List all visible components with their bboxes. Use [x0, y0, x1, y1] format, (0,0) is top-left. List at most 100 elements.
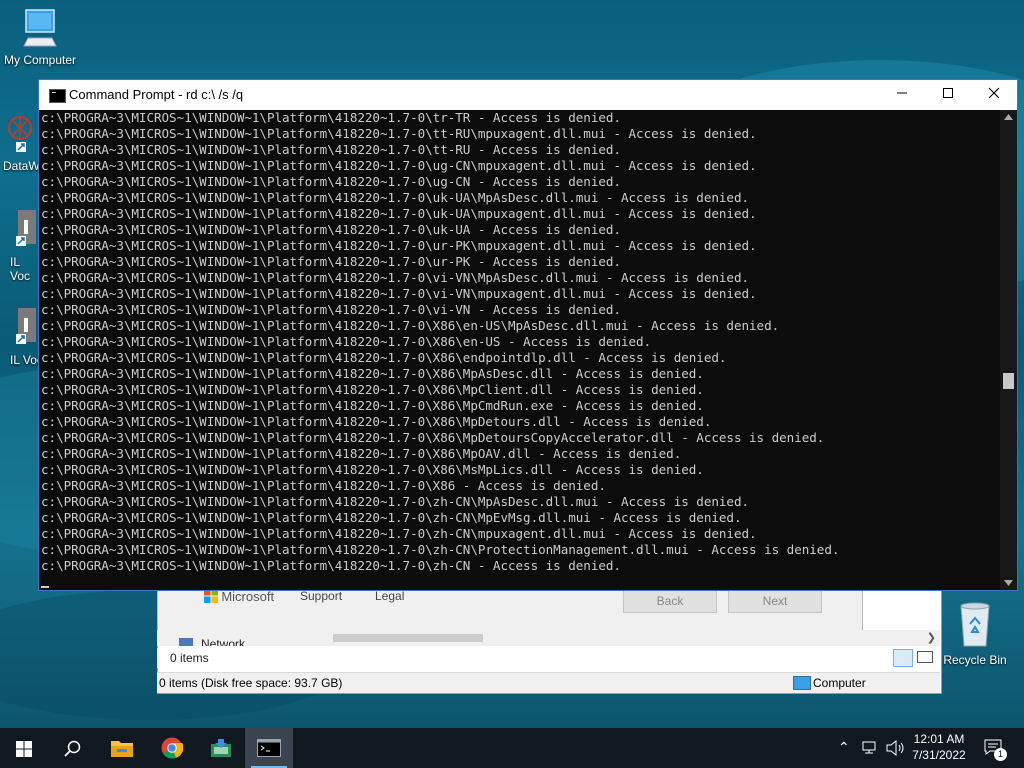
disk-status-text: 0 items (Disk free space: 93.7 GB)	[159, 676, 343, 690]
legal-link[interactable]: Legal	[375, 589, 404, 603]
desktop-icon-label: IL Voc	[10, 255, 31, 283]
desktop-icon-label: My Computer	[3, 53, 77, 67]
text-cursor	[41, 586, 49, 588]
console-line: c:\PROGRA~3\MICROS~1\WINDOW~1\Platform\4…	[41, 286, 757, 301]
large-icons-view-icon[interactable]	[917, 651, 933, 663]
computer-icon	[23, 9, 57, 47]
file-explorer-icon	[111, 741, 133, 757]
back-button[interactable]: Back	[623, 589, 717, 613]
app-installer-icon	[211, 739, 231, 757]
console-line: c:\PROGRA~3\MICROS~1\WINDOW~1\Platform\4…	[41, 510, 742, 525]
taskbar-command-prompt[interactable]	[245, 728, 293, 768]
console-line: c:\PROGRA~3\MICROS~1\WINDOW~1\Platform\4…	[41, 494, 750, 509]
console-line: c:\PROGRA~3\MICROS~1\WINDOW~1\Platform\4…	[41, 318, 780, 333]
clock-time: 12:01 AM	[913, 732, 965, 746]
scroll-down-arrow-icon[interactable]	[1004, 580, 1013, 586]
chrome-icon	[161, 737, 183, 759]
console-line: c:\PROGRA~3\MICROS~1\WINDOW~1\Platform\4…	[41, 238, 757, 253]
horizontal-scrollbar[interactable]: Network ❯	[157, 630, 940, 646]
console-line: c:\PROGRA~3\MICROS~1\WINDOW~1\Platform\4…	[41, 478, 606, 493]
console-line: c:\PROGRA~3\MICROS~1\WINDOW~1\Platform\4…	[41, 142, 621, 157]
taskbar-app-installer[interactable]	[197, 728, 245, 768]
desktop-icon-dataw[interactable]: DataW	[0, 112, 40, 173]
console-line: c:\PROGRA~3\MICROS~1\WINDOW~1\Platform\4…	[41, 430, 825, 445]
console-line: c:\PROGRA~3\MICROS~1\WINDOW~1\Platform\4…	[41, 350, 727, 365]
minimize-icon	[897, 92, 907, 94]
console-line: c:\PROGRA~3\MICROS~1\WINDOW~1\Platform\4…	[41, 446, 682, 461]
clock[interactable]: 12:01 AM 7/31/2022	[906, 732, 972, 762]
window-titlebar[interactable]: Command Prompt - rd c:\ /s /q	[39, 80, 1017, 110]
notification-count-badge: 1	[994, 748, 1007, 761]
console-line: c:\PROGRA~3\MICROS~1\WINDOW~1\Platform\4…	[41, 526, 757, 541]
scroll-right-arrow-icon[interactable]: ❯	[927, 631, 936, 644]
explorer-item-count-bar: 0 items	[157, 648, 940, 668]
console-line: c:\PROGRA~3\MICROS~1\WINDOW~1\Platform\4…	[41, 110, 621, 125]
console-output[interactable]: c:\PROGRA~3\MICROS~1\WINDOW~1\Platform\4…	[39, 110, 999, 590]
console-line: c:\PROGRA~3\MICROS~1\WINDOW~1\Platform\4…	[41, 542, 840, 557]
network-icon	[179, 638, 193, 646]
computer-small-icon	[793, 676, 811, 690]
desktop-icon-label: IL Voc (64	[10, 353, 40, 367]
show-hidden-icons-chevron-icon[interactable]: ⌃	[838, 739, 850, 756]
explorer-status-bar: 0 items (Disk free space: 93.7 GB) Compu…	[157, 672, 940, 693]
console-line: c:\PROGRA~3\MICROS~1\WINDOW~1\Platform\4…	[41, 414, 712, 429]
console-line: c:\PROGRA~3\MICROS~1\WINDOW~1\Platform\4…	[41, 334, 652, 349]
console-line: c:\PROGRA~3\MICROS~1\WINDOW~1\Platform\4…	[41, 398, 704, 413]
nav-item-network[interactable]: Network	[201, 637, 245, 646]
minimize-button[interactable]	[879, 80, 925, 110]
scroll-up-arrow-icon[interactable]	[1004, 114, 1013, 120]
desktop-icon-recycle-bin[interactable]: Recycle Bin	[938, 600, 1012, 667]
command-prompt-app-icon[interactable]	[49, 89, 66, 103]
console-line: c:\PROGRA~3\MICROS~1\WINDOW~1\Platform\4…	[41, 126, 757, 141]
taskbar: ⌃ 12:01 AM 7/31/2022 1	[0, 728, 1024, 768]
desktop-icon-il-voc-64[interactable]: IL Voc (64	[0, 306, 40, 367]
volume-icon[interactable]	[886, 740, 906, 756]
status-computer-label: Computer	[813, 676, 866, 690]
command-prompt-window: Command Prompt - rd c:\ /s /q c:\PROGRA~…	[38, 79, 1018, 591]
console-line: c:\PROGRA~3\MICROS~1\WINDOW~1\Platform\4…	[41, 206, 757, 221]
desktop-icon-my-computer[interactable]: My Computer	[0, 8, 80, 67]
console-line: c:\PROGRA~3\MICROS~1\WINDOW~1\Platform\4…	[41, 366, 704, 381]
network-icon[interactable]	[862, 741, 880, 755]
start-button[interactable]	[0, 728, 48, 768]
console-line: c:\PROGRA~3\MICROS~1\WINDOW~1\Platform\4…	[41, 174, 621, 189]
clock-date: 7/31/2022	[912, 748, 966, 762]
desktop-icon-label: Recycle Bin	[943, 653, 1007, 667]
scrollbar-thumb[interactable]	[1003, 373, 1014, 389]
il-voc-64-app-icon	[16, 308, 36, 344]
support-link[interactable]: Support	[300, 589, 342, 603]
maximize-button[interactable]	[925, 80, 971, 110]
recycle-bin-icon	[960, 602, 990, 647]
il-voc-app-icon	[16, 210, 36, 246]
console-line: c:\PROGRA~3\MICROS~1\WINDOW~1\Platform\4…	[41, 190, 750, 205]
console-line: c:\PROGRA~3\MICROS~1\WINDOW~1\Platform\4…	[41, 158, 757, 173]
console-line: c:\PROGRA~3\MICROS~1\WINDOW~1\Platform\4…	[41, 558, 621, 573]
search-icon	[64, 740, 81, 757]
vertical-scrollbar[interactable]	[1000, 110, 1017, 590]
desktop-icon-label: DataW	[3, 159, 40, 173]
dataw-app-icon	[8, 116, 32, 152]
console-line: c:\PROGRA~3\MICROS~1\WINDOW~1\Platform\4…	[41, 462, 704, 477]
close-icon	[988, 87, 1000, 99]
microsoft-brand-text: Microsoft	[221, 589, 275, 604]
taskbar-file-explorer[interactable]	[98, 728, 146, 768]
taskbar-chrome[interactable]	[148, 728, 196, 768]
item-count: 0 items	[170, 651, 209, 665]
command-prompt-icon	[257, 739, 281, 757]
scrollbar-thumb[interactable]	[333, 634, 483, 642]
maximize-icon	[943, 88, 953, 98]
console-line: c:\PROGRA~3\MICROS~1\WINDOW~1\Platform\4…	[41, 270, 750, 285]
windows-start-icon	[16, 741, 32, 757]
microsoft-logo-icon	[204, 589, 218, 603]
desktop-icon-il-voc[interactable]: IL Voc	[0, 208, 40, 283]
console-line: c:\PROGRA~3\MICROS~1\WINDOW~1\Platform\4…	[41, 382, 704, 397]
console-line: c:\PROGRA~3\MICROS~1\WINDOW~1\Platform\4…	[41, 222, 621, 237]
search-button[interactable]	[48, 728, 96, 768]
close-button[interactable]	[971, 80, 1017, 110]
action-center-button[interactable]: 1	[980, 736, 1010, 762]
console-line: c:\PROGRA~3\MICROS~1\WINDOW~1\Platform\4…	[41, 254, 621, 269]
console-line: c:\PROGRA~3\MICROS~1\WINDOW~1\Platform\4…	[41, 302, 621, 317]
next-button[interactable]: Next	[728, 589, 822, 613]
details-view-icon[interactable]	[893, 649, 913, 667]
microsoft-logo: Microsoft	[204, 589, 274, 604]
